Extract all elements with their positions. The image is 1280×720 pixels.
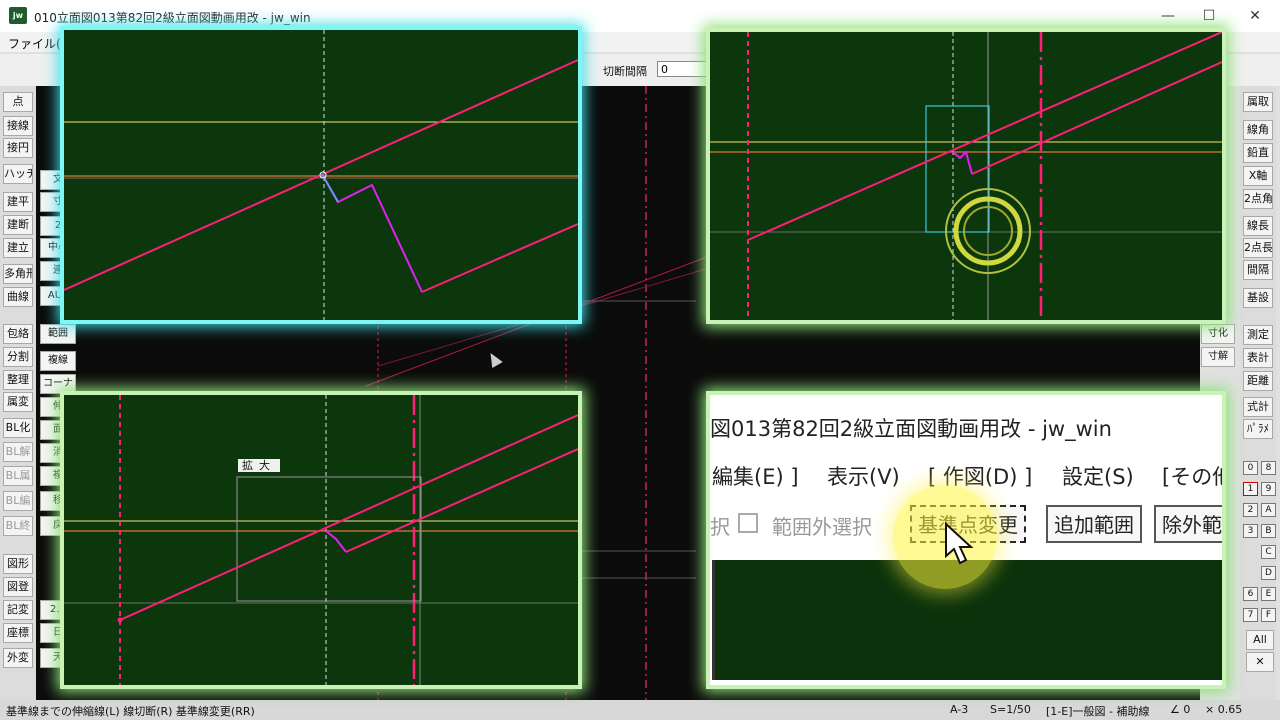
status-scale[interactable]: S=1/50 [990,703,1031,716]
zoomed-window-title: 図013第82回2級立面図動画用改 - jw_win [710,417,1112,441]
cut-interval-input[interactable]: 0 [657,61,707,77]
tool-envelope[interactable]: 包絡 [3,324,33,344]
tool-table-calc[interactable]: 表計 [1243,348,1273,368]
layer-all-button[interactable]: All [1246,630,1274,650]
tool-attr-get[interactable]: 属取 [1243,92,1273,112]
tool-interval[interactable]: 間隔 [1243,260,1273,280]
tool-shape-register[interactable]: 図登 [3,577,33,597]
layer-2[interactable]: 2 [1243,503,1258,517]
maximize-button[interactable]: ☐ [1189,3,1229,29]
zoom-panel-top-left [64,30,578,320]
zoomed-menu-edit[interactable]: 編集(E) ] [712,461,799,491]
zoom-panel-bottom-right: 図013第82回2級立面図動画用改 - jw_win 編集(E) ] 表示(V)… [710,395,1222,685]
status-bar: 基準線までの伸縮線(L) 線切断(R) 基準線変更(RR) A-3 S=1/50… [0,700,1280,720]
layer-9[interactable]: 9 [1261,482,1276,496]
status-zoom[interactable]: × 0.65 [1205,703,1242,716]
zoomed-menu-view[interactable]: 表示(V) [827,461,900,491]
layer-a[interactable]: A [1261,503,1276,517]
layer-3[interactable]: 3 [1243,524,1258,538]
tool-tangent-circle[interactable]: 接円 [3,138,33,158]
layer-0[interactable]: 0 [1243,461,1258,475]
tool-dim-ungroup[interactable]: 寸解 [1201,347,1235,367]
tool-range[interactable]: 範囲 [40,324,76,344]
tool-attr-change[interactable]: 属変 [3,392,33,412]
window-title: 010立面図013第82回2級立面図動画用改 - jw_win [34,11,311,25]
tool-plan[interactable]: 建平 [3,192,33,212]
layer-b[interactable]: B [1261,524,1276,538]
layer-c[interactable]: C [1261,545,1276,559]
tool-2pt-length[interactable]: 2点長 [1243,238,1273,258]
status-hint: 基準線までの伸縮線(L) 線切断(R) 基準線変更(RR) [6,705,255,718]
layer-cross-icon[interactable]: ✕ [1246,652,1274,672]
tool-polygon[interactable]: 多角形 [3,264,33,284]
layer-8[interactable]: 8 [1261,461,1276,475]
status-angle[interactable]: ∠ 0 [1170,703,1190,716]
pointer-cursor-icon [945,522,974,565]
zoomed-dim-text: 択 [710,515,730,539]
panel2-drawing [710,32,1222,320]
zoom-label: 拡大 [238,459,280,472]
tool-shape[interactable]: 図形 [3,554,33,574]
tool-dim-group[interactable]: 寸化 [1201,324,1235,344]
tool-vertical[interactable]: 鉛直 [1243,143,1273,163]
tool-curve[interactable]: 曲線 [3,287,33,307]
exclude-range-button[interactable]: 除外範 [1154,505,1222,543]
panel3-drawing [64,395,578,685]
tool-elevation[interactable]: 建立 [3,238,33,258]
tool-tidy[interactable]: 整理 [3,370,33,390]
tool-block-edit[interactable]: BL編 [3,491,33,511]
status-layer[interactable]: [1-E]一般図 - 補助線 [1046,703,1149,719]
close-button[interactable]: ✕ [1235,3,1275,29]
jw-win-window: jw 010立面図013第82回2級立面図動画用改 - jw_win — ☐ ✕… [0,0,1280,720]
zoom-panel-top-right [710,32,1222,320]
tool-section[interactable]: 建断 [3,215,33,235]
tool-tangent[interactable]: 接線 [3,116,33,136]
out-of-range-checkbox[interactable] [738,513,758,533]
tool-hatch[interactable]: ハッチ [3,164,33,184]
tool-x-axis[interactable]: X軸 [1243,166,1273,186]
minimize-button[interactable]: — [1148,3,1188,29]
tool-2pt-angle[interactable]: 2点角 [1243,189,1273,209]
tool-point[interactable]: 点 [3,92,33,112]
tool-coordinate[interactable]: 座標 [3,623,33,643]
add-range-button[interactable]: 追加範囲 [1046,505,1142,543]
tool-block-end[interactable]: BL終 [3,516,33,536]
tool-block-create[interactable]: BL化 [3,418,33,438]
tool-divide[interactable]: 分割 [3,347,33,367]
status-paper[interactable]: A-3 [950,703,968,716]
tool-external-change[interactable]: 外変 [3,648,33,668]
tool-measure[interactable]: 測定 [1243,325,1273,345]
zoomed-menu-other[interactable]: [その他 [1162,461,1222,491]
cut-interval-label: 切断間隔 [603,65,647,78]
tool-line-length[interactable]: 線長 [1243,216,1273,236]
layer-e[interactable]: E [1261,587,1276,601]
tool-block-attr[interactable]: BL属 [3,466,33,486]
tool-block-explode[interactable]: BL解 [3,442,33,462]
tool-offset[interactable]: 複線 [40,351,76,371]
app-icon: jw [9,7,27,24]
tool-line-angle[interactable]: 線角 [1243,120,1273,140]
out-of-range-label: 範囲外選択 [772,515,872,539]
tool-corner[interactable]: コーナ [40,374,76,394]
tool-formula[interactable]: 式計 [1243,397,1273,417]
layer-1[interactable]: 1 [1243,482,1258,496]
tool-distance[interactable]: 距離 [1243,371,1273,391]
left-tool-palette: 点 接線 接円 ハッチ 建平 建断 建立 多角形 曲線 包絡 分割 整理 属変 … [0,86,36,700]
zoomed-menu-settings[interactable]: 設定(S) [1062,461,1134,491]
panel1-drawing [64,30,578,320]
tool-parametric[interactable]: ﾊﾟﾗﾒ [1243,419,1273,439]
tool-symbol-change[interactable]: 記変 [3,600,33,620]
title-bar: jw 010立面図013第82回2級立面図動画用改 - jw_win — ☐ ✕ [0,0,1280,32]
tool-base-set[interactable]: 基設 [1243,288,1273,308]
layer-f[interactable]: F [1261,608,1276,622]
layer-d[interactable]: D [1261,566,1276,580]
layer-7[interactable]: 7 [1243,608,1258,622]
zoom-panel-bottom-left: 拡大 [64,395,578,685]
layer-6[interactable]: 6 [1243,587,1258,601]
menu-file[interactable]: ファイル(F) [8,35,72,52]
